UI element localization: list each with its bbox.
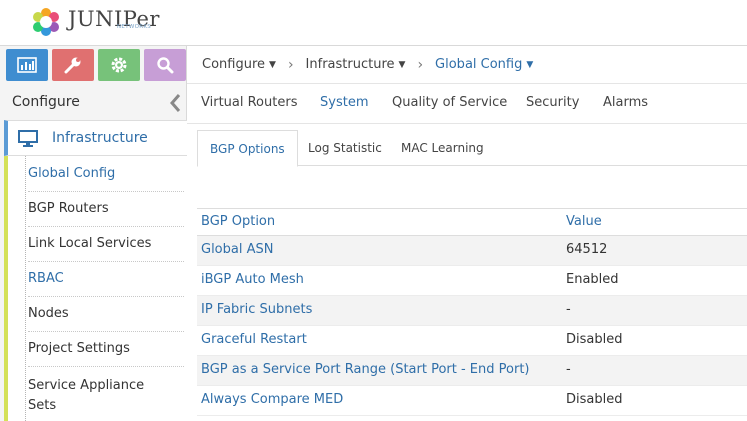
row-value: Enabled bbox=[566, 272, 619, 287]
row-value: - bbox=[566, 362, 571, 377]
sidebar-list: Global Config BGP Routers Link Local Ser… bbox=[4, 156, 187, 421]
table-row: Graceful Restart Disabled bbox=[197, 326, 747, 356]
config-tabs: Virtual Routers System Quality of Servic… bbox=[187, 84, 747, 124]
wrench-icon bbox=[64, 57, 81, 74]
monitor-icon bbox=[18, 130, 38, 147]
sidebar-toolbar bbox=[6, 49, 186, 81]
row-key: BGP as a Service Port Range (Start Port … bbox=[201, 362, 530, 377]
table-row: IP Fabric Subnets - bbox=[197, 296, 747, 326]
breadcrumb-infrastructure[interactable]: Infrastructure ▼ bbox=[306, 57, 406, 72]
breadcrumb: Configure ▼ › Infrastructure ▼ › Global … bbox=[187, 46, 747, 84]
monitor-button[interactable] bbox=[6, 49, 48, 81]
subtab-mac-learning[interactable]: MAC Learning bbox=[389, 130, 496, 166]
row-value: - bbox=[566, 302, 571, 317]
divider bbox=[28, 296, 184, 297]
query-button[interactable] bbox=[144, 49, 186, 81]
search-icon bbox=[157, 57, 174, 74]
tab-security[interactable]: Security bbox=[526, 95, 579, 110]
juniper-flower-icon bbox=[33, 8, 59, 36]
row-key: iBGP Auto Mesh bbox=[201, 272, 304, 287]
chevron-right-icon: › bbox=[417, 56, 424, 73]
sidebar-section-label: Infrastructure bbox=[52, 130, 148, 146]
breadcrumb-label: Infrastructure bbox=[305, 57, 395, 72]
subtab-log-statistic[interactable]: Log Statistic bbox=[296, 130, 394, 166]
breadcrumb-configure[interactable]: Configure ▼ bbox=[202, 57, 276, 72]
configure-button[interactable] bbox=[52, 49, 94, 81]
breadcrumb-label: Configure bbox=[202, 57, 266, 72]
tab-quality-of-service[interactable]: Quality of Service bbox=[392, 95, 507, 110]
caret-down-icon: ▼ bbox=[526, 59, 534, 70]
tab-virtual-routers[interactable]: Virtual Routers bbox=[201, 95, 297, 110]
caret-down-icon: ▼ bbox=[398, 59, 406, 70]
sidebar-title: Configure bbox=[12, 94, 80, 110]
juniper-logo[interactable]: JUNIPer bbox=[30, 5, 160, 39]
sidebar-item-rbac[interactable]: RBAC bbox=[28, 271, 183, 286]
sidebar-item-global-config[interactable]: Global Config bbox=[28, 166, 183, 181]
divider bbox=[28, 366, 184, 367]
divider bbox=[28, 331, 184, 332]
table-row: Always Compare MED Disabled bbox=[197, 386, 747, 416]
bgp-options-table: BGP Option Value Global ASN 64512 iBGP A… bbox=[197, 208, 747, 416]
bar-chart-icon bbox=[17, 57, 37, 73]
gear-icon bbox=[111, 57, 127, 73]
app-header: JUNIPer NETWORKS bbox=[0, 0, 747, 46]
sidebar: Configure Infrastructure Global Config B… bbox=[0, 46, 187, 421]
row-value: Disabled bbox=[566, 392, 623, 407]
divider bbox=[28, 191, 184, 192]
tree-line bbox=[25, 156, 26, 421]
subtab-bgp-options[interactable]: BGP Options bbox=[197, 130, 298, 167]
table-row: BGP as a Service Port Range (Start Port … bbox=[197, 356, 747, 386]
column-header-bgp-option[interactable]: BGP Option bbox=[201, 214, 275, 229]
divider bbox=[28, 226, 184, 227]
row-key: IP Fabric Subnets bbox=[201, 302, 313, 317]
sidebar-item-project-settings[interactable]: Project Settings bbox=[28, 341, 183, 356]
chevron-right-icon: › bbox=[287, 56, 294, 73]
sidebar-section-infrastructure[interactable]: Infrastructure bbox=[4, 120, 187, 156]
chevron-left-icon[interactable] bbox=[168, 93, 182, 113]
settings-button[interactable] bbox=[98, 49, 140, 81]
table-row: iBGP Auto Mesh Enabled bbox=[197, 266, 747, 296]
tab-alarms[interactable]: Alarms bbox=[603, 95, 648, 110]
row-key: Always Compare MED bbox=[201, 392, 344, 407]
breadcrumb-global-config[interactable]: Global Config ▼ bbox=[435, 57, 533, 72]
system-subtabs: BGP Options Log Statistic MAC Learning bbox=[197, 130, 747, 167]
sidebar-item-bgp-routers[interactable]: BGP Routers bbox=[28, 201, 183, 216]
row-value: Disabled bbox=[566, 332, 623, 347]
breadcrumb-label: Global Config bbox=[435, 57, 523, 72]
sidebar-item-link-local-services[interactable]: Link Local Services bbox=[28, 236, 183, 251]
caret-down-icon: ▼ bbox=[269, 59, 276, 70]
table-row: Global ASN 64512 bbox=[197, 236, 747, 266]
logo-subtitle: NETWORKS bbox=[117, 24, 152, 30]
sidebar-item-service-appliance-sets[interactable]: Service Appliance Sets bbox=[28, 376, 183, 416]
column-header-value[interactable]: Value bbox=[566, 214, 602, 229]
row-key: Graceful Restart bbox=[201, 332, 307, 347]
sidebar-item-nodes[interactable]: Nodes bbox=[28, 306, 183, 321]
row-value: 64512 bbox=[566, 242, 608, 257]
table-header: BGP Option Value bbox=[197, 208, 747, 236]
row-key: Global ASN bbox=[201, 242, 274, 257]
divider bbox=[28, 261, 184, 262]
main-content: Configure ▼ › Infrastructure ▼ › Global … bbox=[187, 46, 747, 421]
tab-system[interactable]: System bbox=[320, 95, 368, 110]
